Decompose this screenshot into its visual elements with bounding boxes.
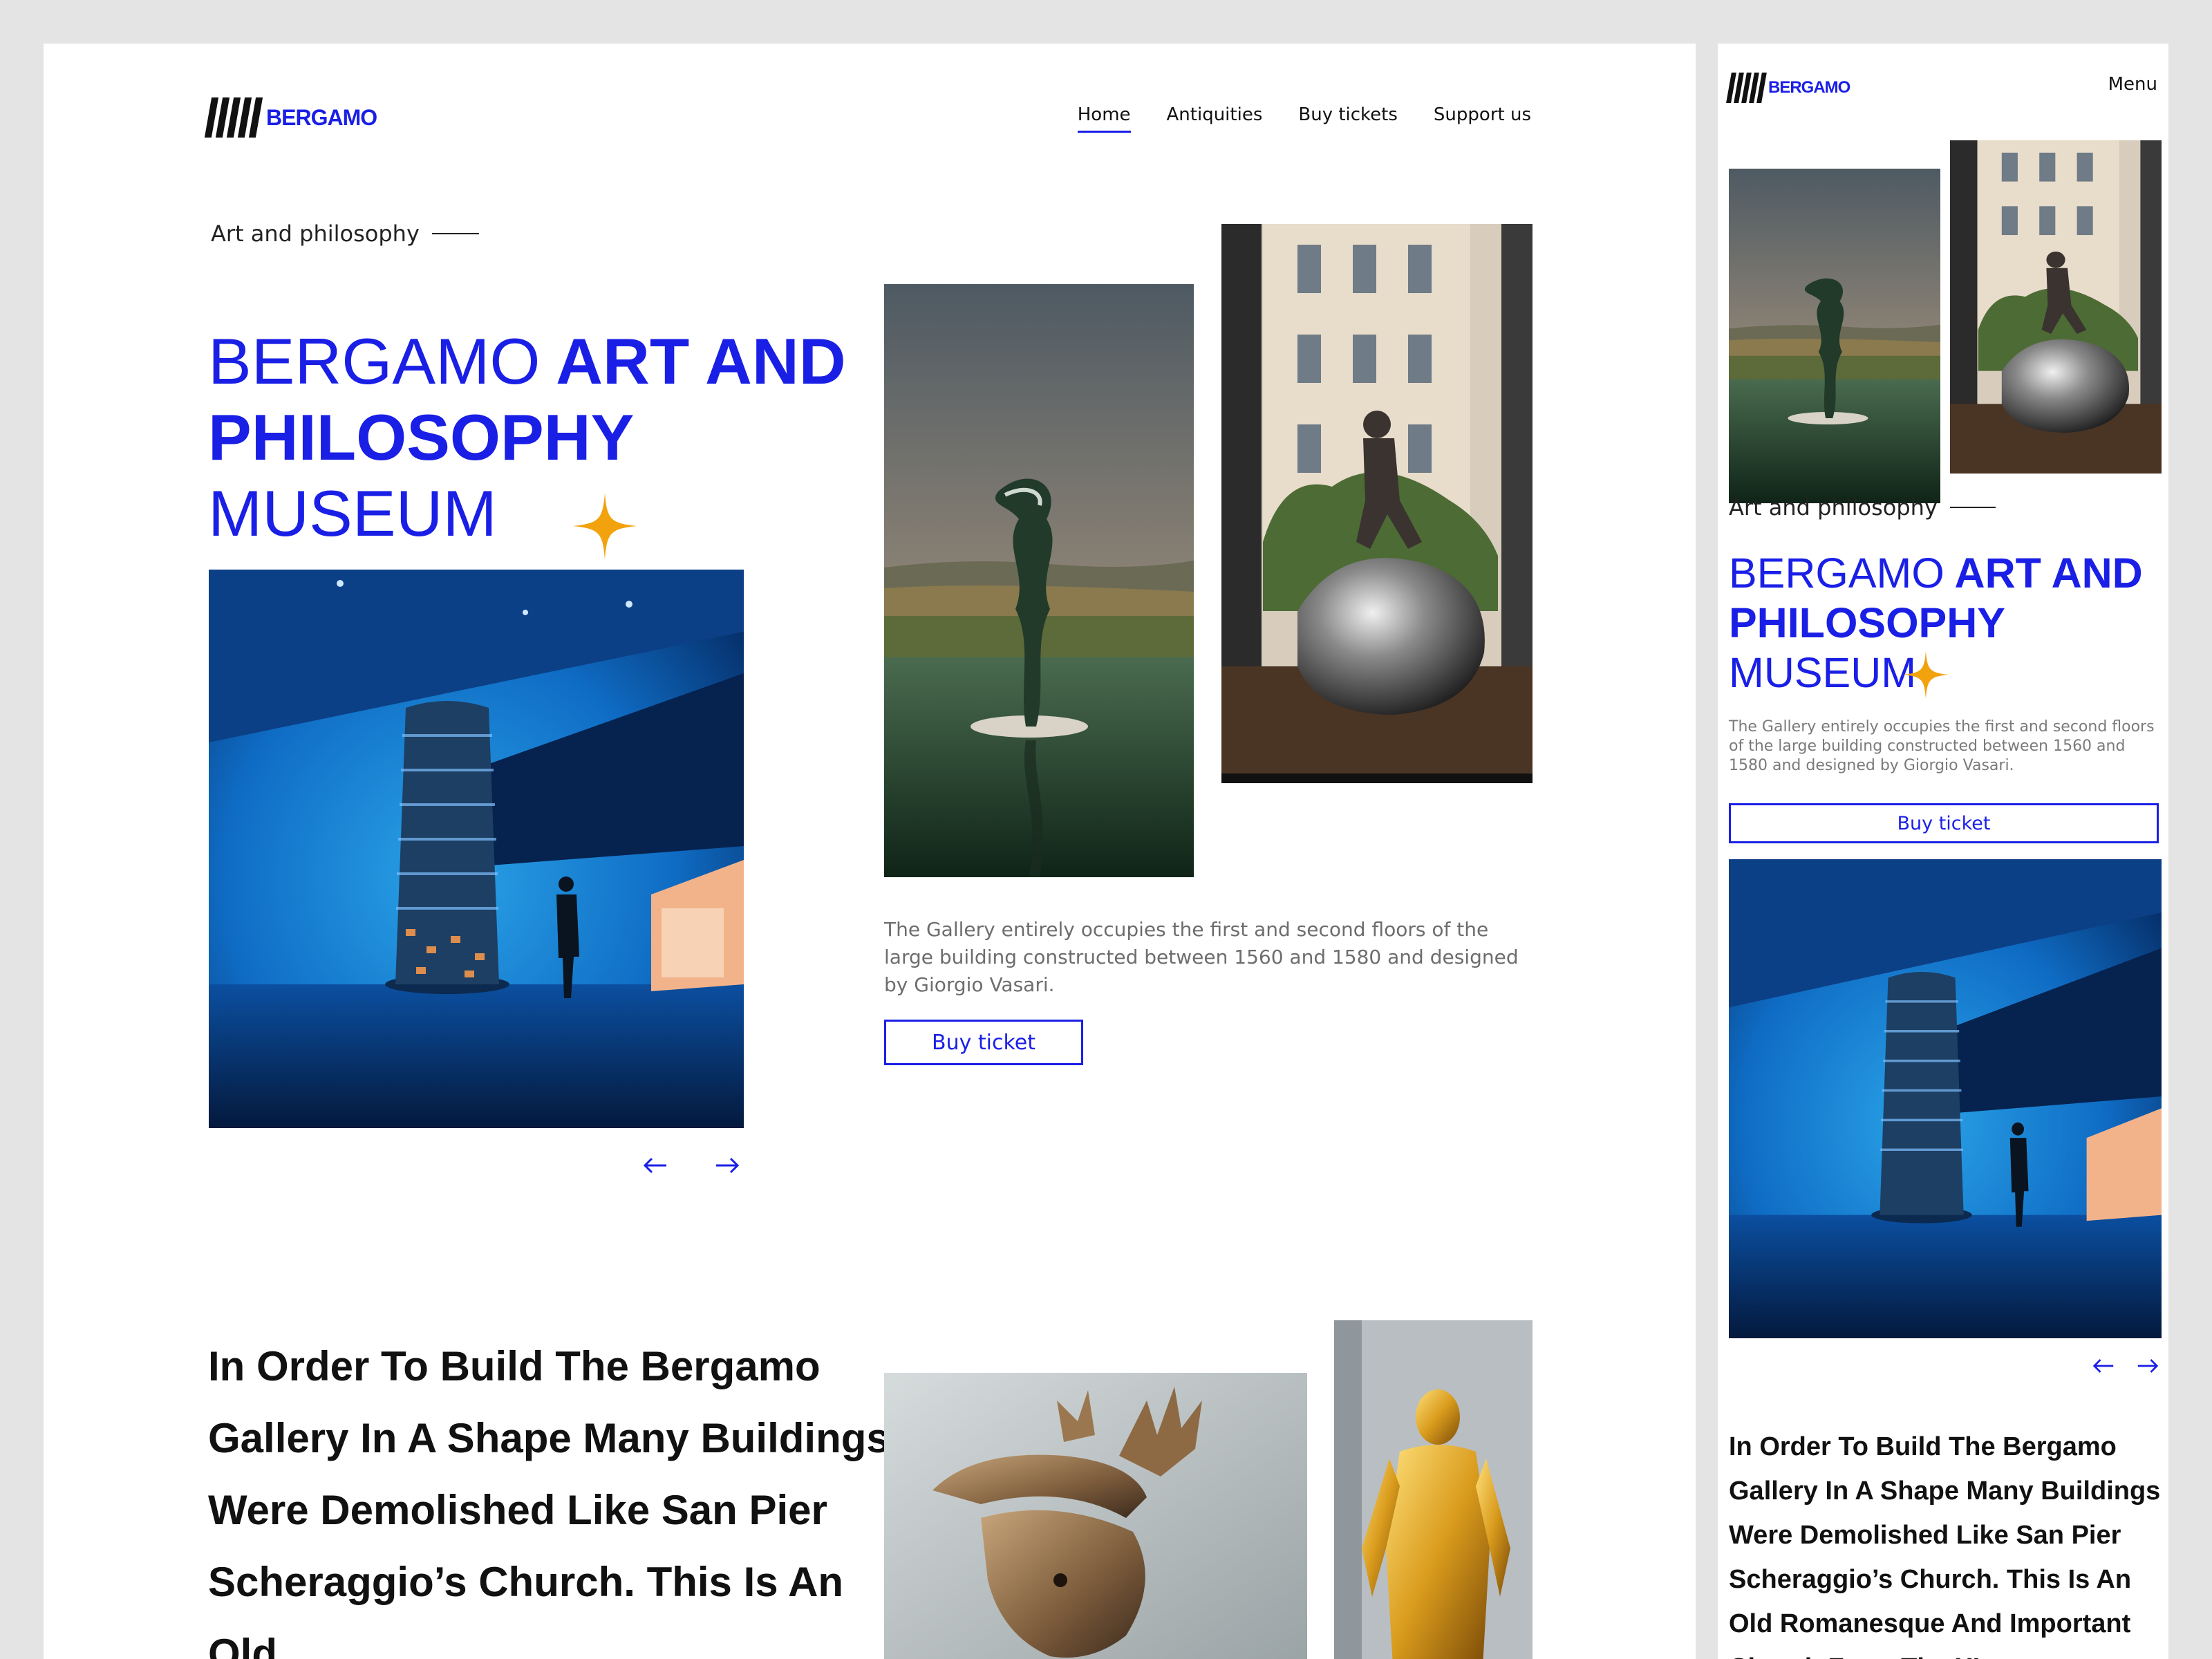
mobile-carousel-next-button[interactable]: [2134, 1352, 2162, 1380]
mobile-buy-ticket-button[interactable]: Buy ticket: [1729, 803, 2159, 843]
eyebrow-text: Art and philosophy: [1729, 494, 1938, 521]
arrow-left-icon: [643, 1157, 666, 1174]
brand-logo[interactable]: BERGAMO: [204, 97, 377, 138]
mobile-history-heading: In Order To Build The Bergamo Gallery In…: [1729, 1432, 2161, 1659]
hero-eyebrow: Art and philosophy: [211, 221, 479, 247]
history-heading: In Order To Build The Bergamo Gallery In…: [208, 1343, 890, 1659]
mobile-brand-name: BERGAMO: [1768, 78, 1850, 97]
installation-photo: [209, 570, 744, 1128]
chrome-sculpture-photo: [1221, 224, 1533, 783]
arrow-left-icon: [2092, 1359, 2114, 1373]
mobile-carousel-prev-button[interactable]: [2090, 1352, 2117, 1380]
hero-description: The Gallery entirely occupies the first …: [884, 918, 1519, 996]
nav-item-buy-tickets[interactable]: Buy tickets: [1298, 104, 1398, 133]
brand-name: BERGAMO: [266, 104, 377, 130]
title-line1-bold: ART AND: [1954, 550, 2143, 597]
logo-mark-icon: [204, 97, 263, 138]
antler-cup-photo: [884, 1373, 1307, 1659]
logo-mark-icon: [1726, 73, 1767, 103]
carousel-next-button[interactable]: [711, 1150, 743, 1181]
mobile-menu-button[interactable]: Menu: [2108, 74, 2157, 95]
buy-ticket-button[interactable]: Buy ticket: [884, 1020, 1083, 1065]
gold-figure-photo: [1334, 1320, 1533, 1659]
nav-item-antiquities[interactable]: Antiquities: [1167, 104, 1263, 133]
title-line2-bold: PHILOSOPHY: [1729, 599, 2005, 646]
title-line2-bold: PHILOSOPHY: [208, 401, 635, 474]
mobile-chrome-sculpture-photo: [1950, 140, 2162, 474]
mobile-installation-photo: [1729, 859, 2162, 1338]
title-line3-thin: MUSEUM: [208, 477, 497, 550]
mobile-hero-eyebrow: Art and philosophy: [1729, 494, 1996, 521]
main-nav: Home Antiquities Buy tickets Support us: [1077, 104, 1531, 133]
eyebrow-text: Art and philosophy: [211, 221, 420, 247]
sparkle-icon: [1903, 650, 1949, 699]
eyebrow-dash: [1949, 507, 1996, 508]
carousel-prev-button[interactable]: [639, 1150, 671, 1181]
mobile-page: BERGAMO Menu Art and philosophy BERGAMO …: [1718, 44, 2168, 1659]
mobile-lake-sculpture-photo: [1729, 169, 1940, 503]
nav-item-home[interactable]: Home: [1077, 104, 1131, 133]
desktop-page: BERGAMO Home Antiquities Buy tickets Sup…: [44, 44, 1696, 1659]
title-line3-thin: MUSEUM: [1729, 649, 1917, 696]
eyebrow-dash: [431, 233, 479, 234]
mobile-hero-description: The Gallery entirely occupies the first …: [1729, 718, 2155, 774]
arrow-right-icon: [716, 1157, 740, 1174]
title-line1-thin: BERGAMO: [208, 325, 541, 397]
sparkle-icon: [573, 493, 637, 559]
arrow-right-icon: [2137, 1359, 2159, 1373]
title-line1-bold: ART AND: [556, 325, 846, 397]
nav-item-support-us[interactable]: Support us: [1434, 104, 1531, 133]
mobile-brand-logo[interactable]: BERGAMO: [1726, 73, 1850, 103]
hero-title: BERGAMO ART AND PHILOSOPHY MUSEUM: [208, 324, 906, 552]
lake-sculpture-photo: [884, 284, 1194, 877]
title-line1-thin: BERGAMO: [1729, 550, 1944, 597]
